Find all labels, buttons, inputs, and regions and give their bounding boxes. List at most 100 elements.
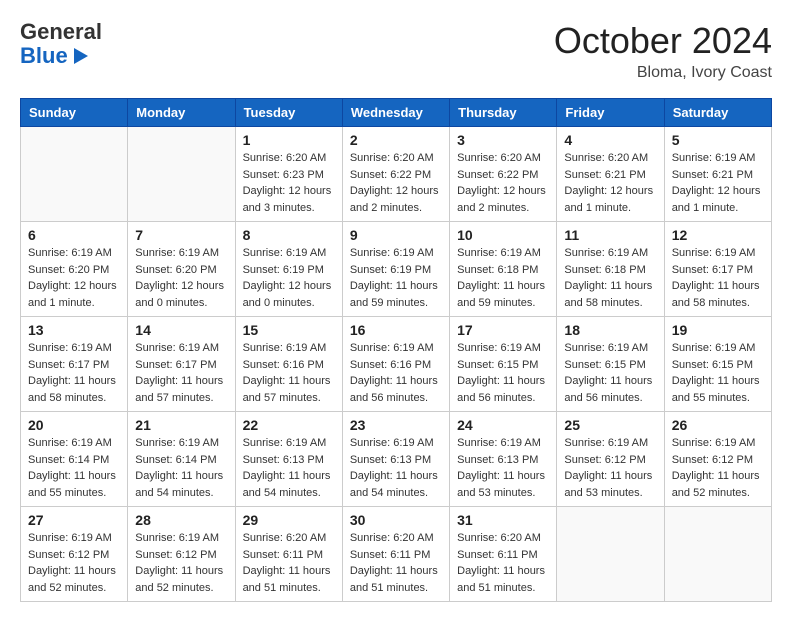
calendar-table: SundayMondayTuesdayWednesdayThursdayFrid… — [20, 98, 772, 602]
day-number: 10 — [457, 227, 549, 243]
logo-general-text: General — [20, 20, 102, 44]
calendar-cell: 19 Sunrise: 6:19 AM Sunset: 6:15 PM Dayli… — [664, 317, 771, 412]
day-number: 23 — [350, 417, 442, 433]
day-number: 7 — [135, 227, 227, 243]
day-info: Sunrise: 6:19 AM Sunset: 6:13 PM Dayligh… — [350, 435, 442, 501]
day-number: 18 — [564, 322, 656, 338]
calendar-cell: 28 Sunrise: 6:19 AM Sunset: 6:12 PM Dayli… — [128, 507, 235, 602]
calendar-week-2: 6 Sunrise: 6:19 AM Sunset: 6:20 PM Daylig… — [21, 222, 772, 317]
calendar-cell: 25 Sunrise: 6:19 AM Sunset: 6:12 PM Dayli… — [557, 412, 664, 507]
calendar-cell: 13 Sunrise: 6:19 AM Sunset: 6:17 PM Dayli… — [21, 317, 128, 412]
day-info: Sunrise: 6:19 AM Sunset: 6:17 PM Dayligh… — [28, 340, 120, 406]
page-header: General Blue October 2024 Bloma, Ivory C… — [20, 20, 772, 82]
day-number: 1 — [243, 132, 335, 148]
day-info: Sunrise: 6:19 AM Sunset: 6:15 PM Dayligh… — [564, 340, 656, 406]
day-number: 6 — [28, 227, 120, 243]
calendar-cell: 8 Sunrise: 6:19 AM Sunset: 6:19 PM Daylig… — [235, 222, 342, 317]
calendar-cell: 4 Sunrise: 6:20 AM Sunset: 6:21 PM Daylig… — [557, 127, 664, 222]
day-number: 21 — [135, 417, 227, 433]
calendar-week-5: 27 Sunrise: 6:19 AM Sunset: 6:12 PM Dayli… — [21, 507, 772, 602]
day-info: Sunrise: 6:19 AM Sunset: 6:19 PM Dayligh… — [243, 245, 335, 311]
calendar-cell: 29 Sunrise: 6:20 AM Sunset: 6:11 PM Dayli… — [235, 507, 342, 602]
day-number: 16 — [350, 322, 442, 338]
day-info: Sunrise: 6:20 AM Sunset: 6:22 PM Dayligh… — [350, 150, 442, 216]
calendar-cell: 30 Sunrise: 6:20 AM Sunset: 6:11 PM Dayli… — [342, 507, 449, 602]
day-info: Sunrise: 6:19 AM Sunset: 6:12 PM Dayligh… — [28, 530, 120, 596]
calendar-cell: 5 Sunrise: 6:19 AM Sunset: 6:21 PM Daylig… — [664, 127, 771, 222]
day-number: 9 — [350, 227, 442, 243]
day-info: Sunrise: 6:20 AM Sunset: 6:11 PM Dayligh… — [350, 530, 442, 596]
day-info: Sunrise: 6:19 AM Sunset: 6:21 PM Dayligh… — [672, 150, 764, 216]
day-info: Sunrise: 6:19 AM Sunset: 6:18 PM Dayligh… — [457, 245, 549, 311]
day-info: Sunrise: 6:20 AM Sunset: 6:11 PM Dayligh… — [243, 530, 335, 596]
day-info: Sunrise: 6:20 AM Sunset: 6:22 PM Dayligh… — [457, 150, 549, 216]
day-number: 15 — [243, 322, 335, 338]
day-number: 4 — [564, 132, 656, 148]
weekday-header-row: SundayMondayTuesdayWednesdayThursdayFrid… — [21, 99, 772, 127]
day-info: Sunrise: 6:19 AM Sunset: 6:15 PM Dayligh… — [672, 340, 764, 406]
day-number: 29 — [243, 512, 335, 528]
day-number: 3 — [457, 132, 549, 148]
calendar-cell: 7Sunrise: 6:19 AM Sunset: 6:20 PM Daylig… — [128, 222, 235, 317]
day-number: 12 — [672, 227, 764, 243]
calendar-cell: 3 Sunrise: 6:20 AM Sunset: 6:22 PM Daylig… — [450, 127, 557, 222]
weekday-header-monday: Monday — [128, 99, 235, 127]
weekday-header-wednesday: Wednesday — [342, 99, 449, 127]
day-number: 27 — [28, 512, 120, 528]
day-number: 19 — [672, 322, 764, 338]
day-info: Sunrise: 6:19 AM Sunset: 6:19 PM Dayligh… — [350, 245, 442, 311]
day-number: 13 — [28, 322, 120, 338]
day-info: Sunrise: 6:19 AM Sunset: 6:13 PM Dayligh… — [243, 435, 335, 501]
day-number: 5 — [672, 132, 764, 148]
day-number: 24 — [457, 417, 549, 433]
calendar-cell: 14 Sunrise: 6:19 AM Sunset: 6:17 PM Dayli… — [128, 317, 235, 412]
day-number: 17 — [457, 322, 549, 338]
day-info: Sunrise: 6:19 AM Sunset: 6:13 PM Dayligh… — [457, 435, 549, 501]
month-title: October 2024 — [554, 20, 772, 62]
day-number: 31 — [457, 512, 549, 528]
day-info: Sunrise: 6:19 AM Sunset: 6:17 PM Dayligh… — [672, 245, 764, 311]
weekday-header-thursday: Thursday — [450, 99, 557, 127]
logo: General Blue — [20, 20, 102, 68]
day-number: 30 — [350, 512, 442, 528]
day-number: 25 — [564, 417, 656, 433]
day-info: Sunrise: 6:20 AM Sunset: 6:21 PM Dayligh… — [564, 150, 656, 216]
day-number: 20 — [28, 417, 120, 433]
day-number: 28 — [135, 512, 227, 528]
calendar-week-4: 20 Sunrise: 6:19 AM Sunset: 6:14 PM Dayli… — [21, 412, 772, 507]
calendar-cell — [664, 507, 771, 602]
day-info: Sunrise: 6:19 AM Sunset: 6:16 PM Dayligh… — [243, 340, 335, 406]
weekday-header-saturday: Saturday — [664, 99, 771, 127]
day-number: 14 — [135, 322, 227, 338]
day-info: Sunrise: 6:19 AM Sunset: 6:17 PM Dayligh… — [135, 340, 227, 406]
day-info: Sunrise: 6:19 AM Sunset: 6:14 PM Dayligh… — [28, 435, 120, 501]
day-info: Sunrise: 6:19 AM Sunset: 6:18 PM Dayligh… — [564, 245, 656, 311]
day-number: 8 — [243, 227, 335, 243]
day-info: Sunrise: 6:19 AM Sunset: 6:14 PM Dayligh… — [135, 435, 227, 501]
calendar-cell — [557, 507, 664, 602]
calendar-week-3: 13 Sunrise: 6:19 AM Sunset: 6:17 PM Dayli… — [21, 317, 772, 412]
day-number: 26 — [672, 417, 764, 433]
calendar-cell: 24 Sunrise: 6:19 AM Sunset: 6:13 PM Dayli… — [450, 412, 557, 507]
calendar-cell: 22Sunrise: 6:19 AM Sunset: 6:13 PM Dayli… — [235, 412, 342, 507]
calendar-cell: 9 Sunrise: 6:19 AM Sunset: 6:19 PM Daylig… — [342, 222, 449, 317]
calendar-cell: 18 Sunrise: 6:19 AM Sunset: 6:15 PM Dayli… — [557, 317, 664, 412]
calendar-cell: 10 Sunrise: 6:19 AM Sunset: 6:18 PM Dayli… — [450, 222, 557, 317]
calendar-week-1: 1 Sunrise: 6:20 AM Sunset: 6:23 PM Daylig… — [21, 127, 772, 222]
day-number: 2 — [350, 132, 442, 148]
weekday-header-sunday: Sunday — [21, 99, 128, 127]
day-info: Sunrise: 6:19 AM Sunset: 6:20 PM Dayligh… — [28, 245, 120, 311]
day-info: Sunrise: 6:19 AM Sunset: 6:16 PM Dayligh… — [350, 340, 442, 406]
day-info: Sunrise: 6:19 AM Sunset: 6:12 PM Dayligh… — [672, 435, 764, 501]
day-number: 11 — [564, 227, 656, 243]
day-info: Sunrise: 6:20 AM Sunset: 6:23 PM Dayligh… — [243, 150, 335, 216]
calendar-cell: 1 Sunrise: 6:20 AM Sunset: 6:23 PM Daylig… — [235, 127, 342, 222]
day-info: Sunrise: 6:19 AM Sunset: 6:12 PM Dayligh… — [564, 435, 656, 501]
calendar-cell: 17Sunrise: 6:19 AM Sunset: 6:15 PM Dayli… — [450, 317, 557, 412]
calendar-cell — [128, 127, 235, 222]
calendar-cell: 6 Sunrise: 6:19 AM Sunset: 6:20 PM Daylig… — [21, 222, 128, 317]
calendar-cell: 12 Sunrise: 6:19 AM Sunset: 6:17 PM Dayli… — [664, 222, 771, 317]
day-info: Sunrise: 6:19 AM Sunset: 6:12 PM Dayligh… — [135, 530, 227, 596]
calendar-cell: 15 Sunrise: 6:19 AM Sunset: 6:16 PM Dayli… — [235, 317, 342, 412]
calendar-cell: 11 Sunrise: 6:19 AM Sunset: 6:18 PM Dayli… — [557, 222, 664, 317]
